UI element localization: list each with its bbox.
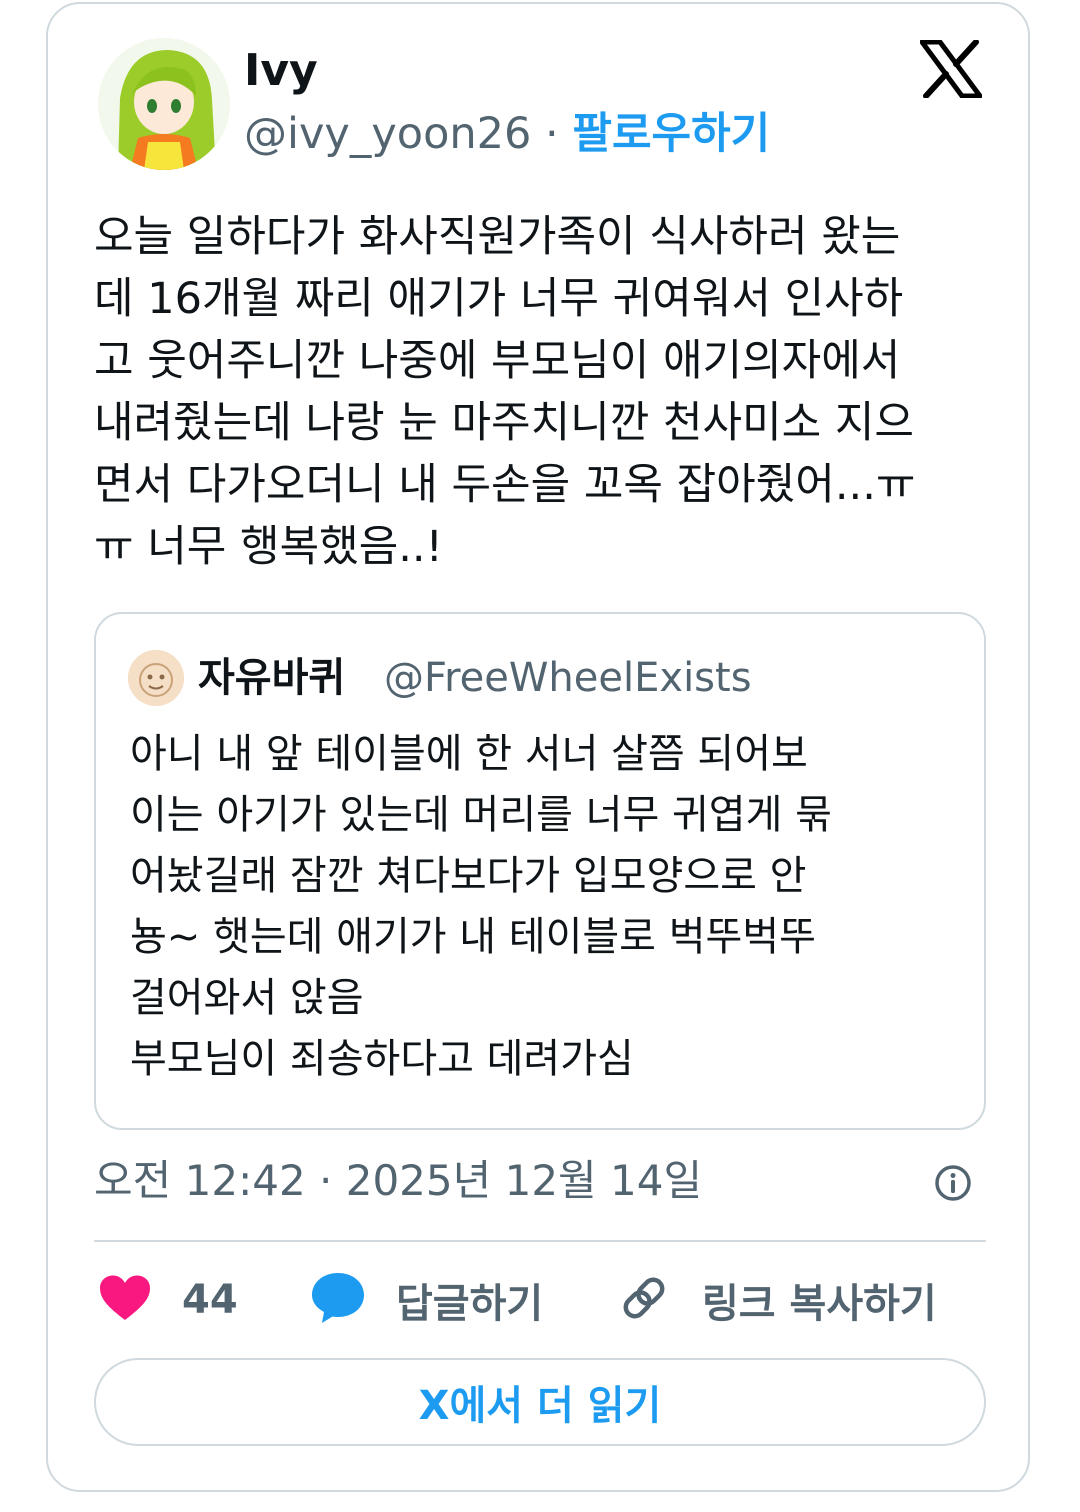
info-icon[interactable] [934, 1164, 972, 1202]
read-more-button[interactable]: X에서 더 읽기 [94, 1358, 986, 1446]
like-button[interactable]: 44 [98, 1268, 238, 1332]
author-name[interactable]: Ivy [244, 44, 318, 98]
author-handle-row: @ivy_yoon26 · 팔로우하기 [244, 106, 770, 162]
quoted-tweet-text: 아니 내 앞 테이블에 한 서너 살쯤 되어보 이는 아기가 있는데 머리를 너… [130, 731, 832, 1082]
author-avatar[interactable] [98, 38, 230, 170]
copy-link-label: 링크 복사하기 [702, 1281, 937, 1327]
like-count: 44 [182, 1277, 238, 1323]
separator-dot: · [545, 109, 559, 159]
follow-button[interactable]: 팔로우하기 [572, 109, 770, 159]
x-logo-icon[interactable] [919, 39, 983, 99]
reply-button[interactable]: 답글하기 [310, 1268, 543, 1332]
quoted-author-handle: @FreeWheelExists [384, 655, 752, 701]
speech-bubble-icon [310, 1271, 366, 1329]
tweet-timestamp[interactable]: 오전 12:42 · 2025년 12월 14일 [94, 1152, 702, 1210]
link-icon [618, 1272, 670, 1328]
reply-label: 답글하기 [396, 1281, 544, 1327]
heart-icon [98, 1274, 152, 1326]
divider [94, 1240, 986, 1242]
quoted-author-avatar [128, 650, 184, 706]
quoted-author-name: 자유바퀴 [198, 655, 346, 701]
tweet-text: 오늘 일하다가 화사직원가족이 식사하러 왔는 데 16개월 짜리 애기가 너무… [94, 212, 916, 572]
author-handle[interactable]: @ivy_yoon26 [244, 109, 531, 159]
copy-link-button[interactable]: 링크 복사하기 [618, 1268, 937, 1332]
